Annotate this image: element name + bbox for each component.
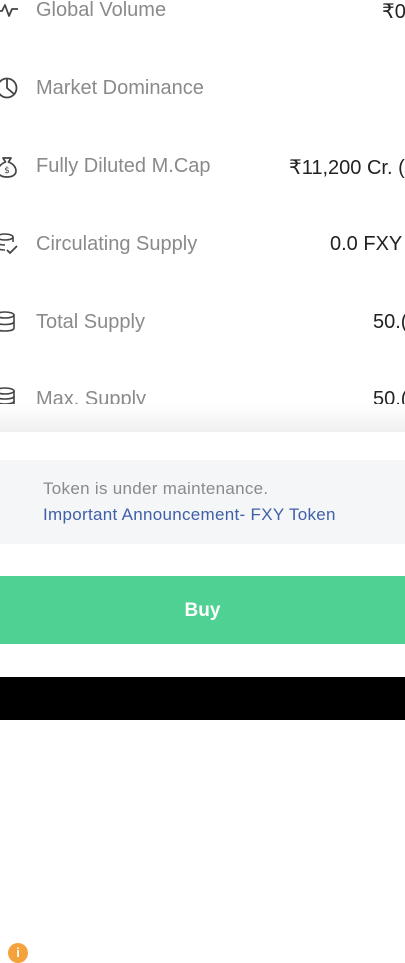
buy-button[interactable]: Buy — [0, 576, 405, 644]
stat-value: 0.0 FXY — [330, 233, 403, 255]
announcement-link[interactable]: Important Announcement- FXY Token — [43, 505, 336, 525]
token-stats-list: Global Volume ₹0 Market Dominance $ Full… — [0, 0, 405, 410]
maintenance-notice: i Token is under maintenance. Important … — [0, 460, 405, 963]
stat-value: ₹0 — [382, 1, 405, 23]
stat-value: 50.( — [373, 311, 405, 333]
stat-row-fully-diluted-mcap: $ Fully Diluted M.Cap ₹11,200 Cr. ( — [0, 146, 405, 186]
stat-value: ₹11,200 Cr. ( — [289, 157, 405, 179]
stat-label: Total Supply — [36, 311, 145, 333]
scroll-fade-divider — [0, 404, 405, 432]
stat-row-circulating-supply: Circulating Supply 0.0 FXY — [0, 224, 405, 264]
info-icon: i — [8, 943, 28, 963]
system-navigation-bar — [0, 677, 405, 720]
stat-label: Global Volume — [36, 0, 167, 21]
stat-row-total-supply: Total Supply 50.( — [0, 302, 405, 342]
maintenance-message: Token is under maintenance. — [43, 479, 269, 498]
pie-chart-icon — [0, 75, 20, 101]
stat-row-market-dominance: Market Dominance — [0, 68, 405, 108]
money-bag-icon: $ — [0, 153, 20, 179]
pulse-icon — [0, 0, 20, 23]
svg-text:$: $ — [4, 166, 10, 176]
coins-check-icon — [0, 231, 20, 257]
stat-label: Market Dominance — [36, 77, 204, 99]
stat-row-global-volume: Global Volume ₹0 — [0, 0, 405, 30]
stat-label: Fully Diluted M.Cap — [36, 155, 211, 177]
stat-label: Circulating Supply — [36, 233, 198, 255]
coin-stack-icon — [0, 309, 20, 335]
